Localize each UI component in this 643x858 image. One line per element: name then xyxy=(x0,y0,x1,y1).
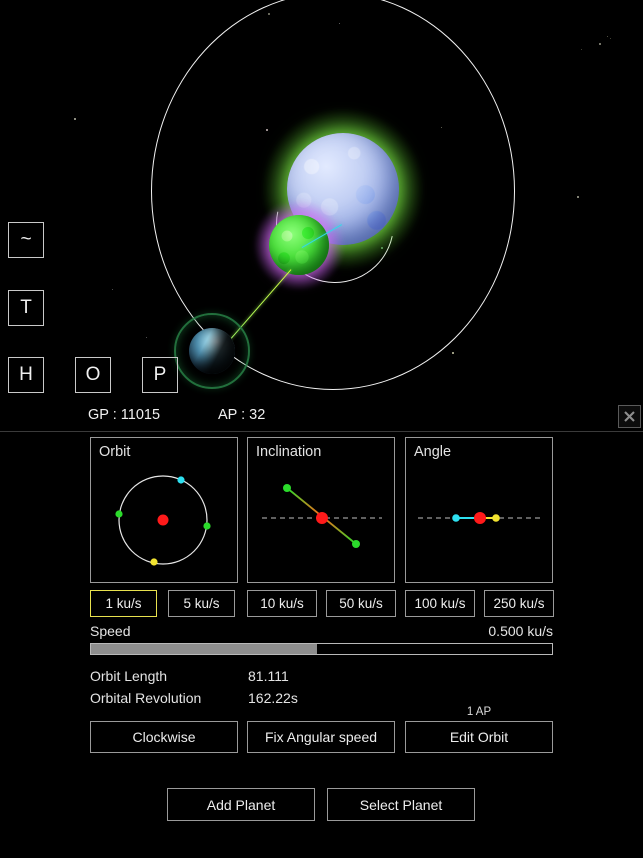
background-star xyxy=(452,352,454,354)
background-star xyxy=(610,38,611,39)
speed-slider-fill xyxy=(91,644,317,654)
add-planet-button[interactable]: Add Planet xyxy=(167,788,315,821)
resource-bar: GP : 11015 AP : 32 xyxy=(0,404,643,431)
inclination-preview[interactable]: Inclination xyxy=(247,437,395,583)
selected-planet[interactable] xyxy=(174,313,250,389)
ap-counter: AP : 32 xyxy=(218,407,266,423)
speed-preset-5[interactable]: 5 ku/s xyxy=(168,590,235,617)
key-button-h[interactable]: H xyxy=(8,357,44,393)
moon-body[interactable] xyxy=(253,199,345,291)
game-screen: ~ T H O P GP : 11015 AP : 32 Orbit Incli… xyxy=(0,0,643,858)
background-star xyxy=(581,49,582,50)
close-icon[interactable] xyxy=(618,405,641,428)
background-star xyxy=(268,13,270,15)
speed-preset-50[interactable]: 50 ku/s xyxy=(326,590,396,617)
clockwise-button[interactable]: Clockwise xyxy=(90,721,238,753)
speed-value: 0.500 ku/s xyxy=(488,623,553,639)
edit-orbit-button[interactable]: Edit Orbit xyxy=(405,721,553,753)
orbit-length-label: Orbit Length xyxy=(90,668,168,684)
inclination-preview-graphic xyxy=(262,484,382,548)
orbit-editor-panel: Orbit Inclination Angle 1 ku/s 5 ku/s 10… xyxy=(0,432,643,858)
edit-orbit-cost-label: 1 AP xyxy=(466,706,492,718)
orbit-preview[interactable]: Orbit xyxy=(90,437,238,583)
moon-texture xyxy=(269,215,329,275)
background-star xyxy=(112,289,113,290)
speed-preset-10[interactable]: 10 ku/s xyxy=(247,590,317,617)
speed-slider[interactable] xyxy=(90,643,553,655)
background-star xyxy=(441,127,442,128)
speed-label: Speed xyxy=(90,623,131,639)
select-planet-button[interactable]: Select Planet xyxy=(327,788,475,821)
planet-shadow xyxy=(189,328,235,374)
orbit-preview-graphic xyxy=(115,475,211,566)
background-star xyxy=(146,337,147,338)
key-button-t[interactable]: T xyxy=(8,290,44,326)
background-star xyxy=(74,118,76,120)
background-star xyxy=(339,23,340,24)
key-button-o[interactable]: O xyxy=(75,357,111,393)
background-star xyxy=(577,196,579,198)
background-star xyxy=(266,129,268,131)
background-star xyxy=(599,43,601,45)
angle-preview-graphic xyxy=(418,512,542,524)
orbit-length-value: 81.111 xyxy=(248,668,289,684)
orbital-revolution-value: 162.22s xyxy=(248,690,298,706)
key-button-p[interactable]: P xyxy=(142,357,178,393)
fix-angular-speed-button[interactable]: Fix Angular speed xyxy=(247,721,395,753)
background-star xyxy=(381,247,383,249)
key-button-tilde[interactable]: ~ xyxy=(8,222,44,258)
background-star xyxy=(607,36,608,37)
speed-preset-250[interactable]: 250 ku/s xyxy=(484,590,554,617)
speed-preset-100[interactable]: 100 ku/s xyxy=(405,590,475,617)
gp-counter: GP : 11015 xyxy=(88,407,161,423)
space-viewport[interactable]: ~ T H O P xyxy=(0,0,643,431)
speed-preset-1[interactable]: 1 ku/s xyxy=(90,590,157,617)
angle-preview[interactable]: Angle xyxy=(405,437,553,583)
orbital-revolution-label: Orbital Revolution xyxy=(90,690,202,706)
